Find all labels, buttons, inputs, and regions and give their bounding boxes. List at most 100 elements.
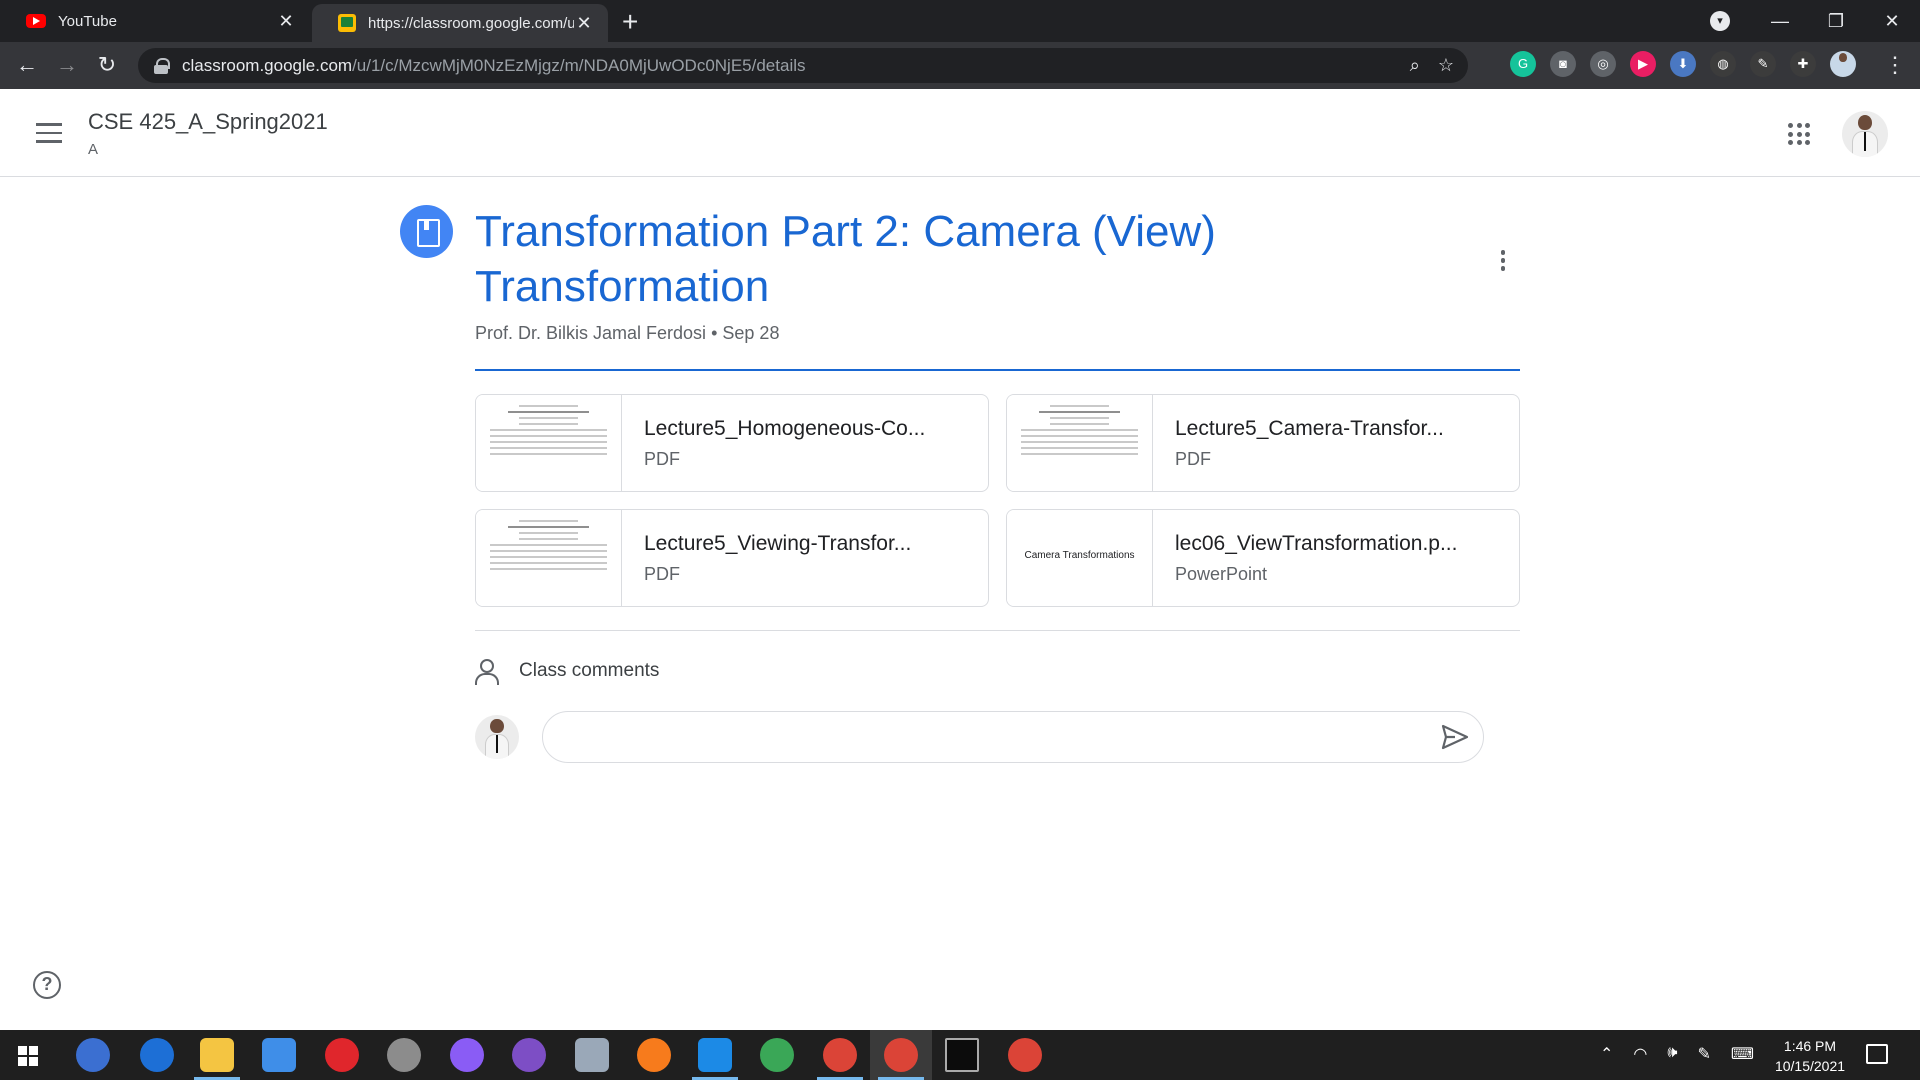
material-title: Transformation Part 2: Camera (View) Tra… — [475, 207, 1216, 311]
help-icon[interactable]: ? — [33, 971, 61, 999]
attachment-thumbnail — [476, 510, 622, 606]
material-icon — [400, 205, 453, 258]
profile-avatar[interactable] — [1830, 51, 1856, 77]
attachment-name: Lecture5_Camera-Transfor... — [1175, 417, 1444, 440]
url-text[interactable]: classroom.google.com/u/1/c/MzcwMjM0NzEzM… — [182, 56, 806, 76]
messenger-icon[interactable] — [450, 1038, 484, 1072]
course-section: A — [88, 141, 99, 158]
qbittorrent-icon[interactable] — [76, 1038, 110, 1072]
people-icon — [475, 658, 507, 685]
more-options-icon[interactable] — [1495, 250, 1511, 274]
github-icon[interactable] — [512, 1038, 546, 1072]
restore-icon[interactable]: ❐ — [1808, 11, 1864, 32]
browser-tabstrip: YouTube ✕ https://classroom.google.com/u… — [0, 0, 1920, 42]
attachment-thumbnail — [476, 395, 622, 491]
reload-icon[interactable]: ↻ — [92, 50, 122, 80]
close-icon[interactable]: ✕ — [574, 13, 594, 34]
chrome-icon[interactable] — [817, 1038, 863, 1080]
post-date: Sep 28 — [722, 323, 780, 343]
attachment-name: lec06_ViewTransformation.p... — [1175, 532, 1458, 555]
minimize-icon[interactable]: — — [1752, 11, 1808, 32]
window-close-icon[interactable]: ✕ — [1864, 11, 1920, 32]
mail-icon[interactable] — [262, 1038, 296, 1072]
attachment-thumbnail — [1007, 395, 1153, 491]
wifi-icon[interactable]: ◠ — [1633, 1044, 1647, 1064]
browser-toolbar: ← → ↻ classroom.google.com/u/1/c/MzcwMjM… — [0, 42, 1920, 89]
attachment-card[interactable]: Lecture5_Viewing-Transfor... PDF — [475, 509, 989, 607]
app-icon[interactable] — [575, 1038, 609, 1072]
thumbnail-text: Camera Transformations — [1024, 550, 1135, 561]
download-icon[interactable]: ⬇ — [1670, 51, 1696, 77]
close-icon[interactable]: ✕ — [276, 11, 296, 32]
attachment-type: PDF — [644, 564, 680, 584]
file-explorer-icon[interactable] — [194, 1038, 240, 1080]
class-comments-label: Class comments — [519, 660, 660, 681]
course-title[interactable]: CSE 425_A_Spring2021 — [88, 109, 328, 135]
back-icon[interactable]: ← — [12, 50, 42, 80]
meta-separator: • — [711, 323, 718, 343]
satellite-icon[interactable] — [387, 1038, 421, 1072]
bookmark-star-icon[interactable]: ☆ — [1438, 55, 1454, 76]
youtube-icon — [26, 14, 46, 28]
extension-icon[interactable]: ◎ — [1590, 51, 1616, 77]
pen-icon[interactable]: ✎ — [1697, 1044, 1710, 1064]
new-tab-button[interactable]: + — [622, 6, 638, 38]
classroom-header: CSE 425_A_Spring2021 A — [0, 89, 1920, 177]
comments-divider — [475, 630, 1520, 631]
lock-icon[interactable] — [154, 57, 170, 74]
play-extension-icon[interactable]: ▶ — [1630, 51, 1656, 77]
attachment-type: PDF — [644, 449, 680, 469]
chevron-up-icon[interactable]: ⌃ — [1600, 1044, 1613, 1064]
clock-date: 10/15/2021 — [1774, 1058, 1846, 1074]
volume-icon[interactable]: 🕪 — [1667, 1044, 1677, 1064]
grammarly-icon[interactable]: G — [1510, 51, 1536, 77]
notification-icon[interactable] — [1866, 1044, 1888, 1064]
google-apps-icon[interactable] — [1788, 123, 1810, 145]
title-divider — [475, 369, 1520, 371]
tab-youtube[interactable]: YouTube ✕ — [0, 0, 310, 42]
attachment-name: Lecture5_Homogeneous-Co... — [644, 417, 926, 440]
chrome-menu-icon[interactable]: ⋮ — [1884, 52, 1906, 78]
tab-title: YouTube — [58, 12, 117, 30]
send-icon[interactable] — [1441, 724, 1469, 750]
comment-avatar — [475, 715, 519, 759]
address-bar[interactable]: classroom.google.com/u/1/c/MzcwMjM0NzEzM… — [138, 48, 1468, 83]
keyboard-icon[interactable]: ⌨ — [1731, 1044, 1754, 1064]
terminal-icon[interactable] — [945, 1038, 979, 1072]
material-meta: Prof. Dr. Bilkis Jamal Ferdosi • Sep 28 — [475, 323, 779, 344]
class-comments-header: Class comments — [475, 658, 660, 685]
puzzle-icon[interactable]: ✚ — [1790, 51, 1816, 77]
app-icon[interactable] — [760, 1038, 794, 1072]
attachments-grid: Lecture5_Homogeneous-Co... PDF Lecture5_… — [475, 394, 1520, 607]
windows-start-icon[interactable] — [18, 1046, 38, 1066]
edge-icon[interactable] — [140, 1038, 174, 1072]
comment-input[interactable] — [542, 711, 1484, 763]
pen-icon[interactable]: ✎ — [1750, 51, 1776, 77]
chrome-icon[interactable] — [878, 1038, 924, 1080]
attachment-card[interactable]: Lecture5_Homogeneous-Co... PDF — [475, 394, 989, 492]
chrome-icon[interactable] — [1008, 1038, 1042, 1072]
attachment-card[interactable]: Lecture5_Camera-Transfor... PDF — [1006, 394, 1520, 492]
attachment-thumbnail: Camera Transformations — [1007, 510, 1153, 606]
clock-time: 1:46 PM — [1783, 1038, 1837, 1054]
account-avatar[interactable] — [1842, 111, 1888, 157]
window-controls: — ❐ ✕ — [1752, 0, 1920, 42]
attachment-card[interactable]: Camera Transformations lec06_ViewTransfo… — [1006, 509, 1520, 607]
forward-icon[interactable]: → — [52, 50, 82, 80]
tab-classroom[interactable]: https://classroom.google.com/u/ ✕ — [312, 4, 608, 42]
screenshot-icon[interactable]: ◙ — [1550, 51, 1576, 77]
opera-icon[interactable] — [325, 1038, 359, 1072]
vscode-icon[interactable] — [692, 1038, 738, 1080]
zoom-icon[interactable]: ⌕ — [1410, 55, 1420, 76]
classroom-icon — [338, 14, 356, 32]
taskbar-clock[interactable]: 1:46 PM 10/15/2021 — [1760, 1036, 1860, 1076]
tab-search-icon[interactable]: ▾ — [1710, 11, 1730, 31]
author-name: Prof. Dr. Bilkis Jamal Ferdosi — [475, 323, 707, 343]
extensions-bar: G ◙ ◎ ▶ ⬇ ◍ ✎ ✚ — [1510, 51, 1856, 77]
extension-icon[interactable]: ◍ — [1710, 51, 1736, 77]
menu-icon[interactable] — [36, 123, 62, 143]
attachment-name: Lecture5_Viewing-Transfor... — [644, 532, 912, 555]
attachment-type: PowerPoint — [1175, 564, 1268, 584]
tab-title: https://classroom.google.com/u/ — [368, 14, 574, 32]
firefox-icon[interactable] — [637, 1038, 671, 1072]
